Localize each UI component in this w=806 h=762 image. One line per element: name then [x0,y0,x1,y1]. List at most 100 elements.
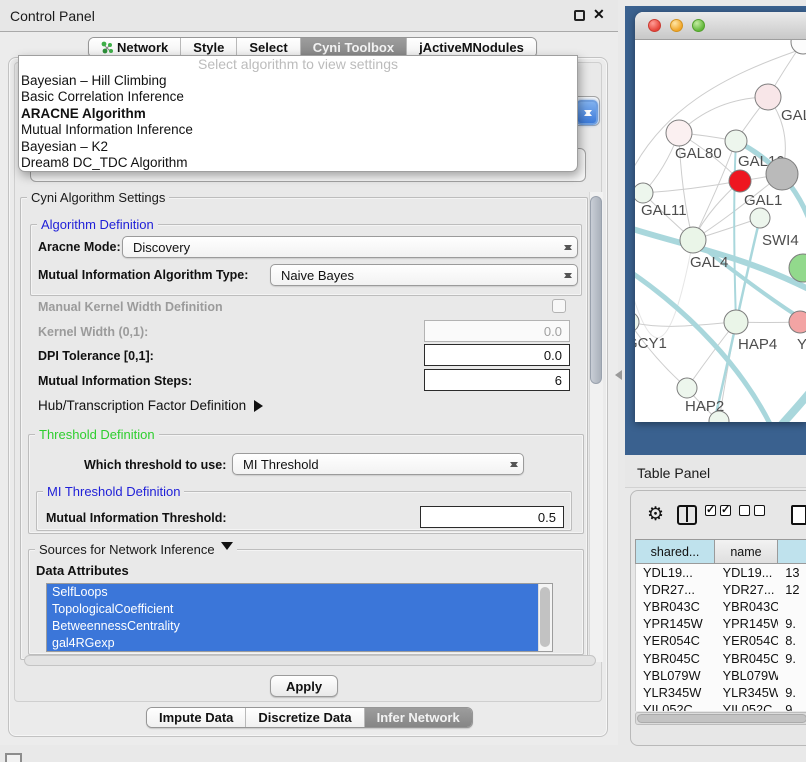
splitter-collapse-icon[interactable] [610,370,622,380]
table-cell: 8. [778,632,806,649]
expand-down-icon [221,542,233,556]
network-node-label: GAL4 [690,254,728,271]
network-node[interactable] [755,84,781,110]
settings-scrollbar-thumb[interactable] [590,196,602,384]
table-cell [778,598,806,615]
which-threshold-value: MI Threshold [233,457,505,472]
network-node[interactable] [724,310,748,334]
network-view-window[interactable]: GALGAL80GAL10GAL1GAL11SWI4GAL4GCY1HAP4YH… [635,12,806,422]
table-hscrollbar[interactable] [635,712,806,725]
table-row[interactable]: YER054CYER054C8. [636,632,806,649]
manual-kernel-label: Manual Kernel Width Definition [38,300,223,314]
network-node[interactable] [635,312,639,332]
data-attribute-item[interactable]: gal4RGexp [47,635,552,652]
cyni-tab-impute-data[interactable]: Impute Data [147,708,245,727]
network-window-titlebar[interactable] [635,12,806,40]
settings-hscrollbar[interactable] [24,655,596,666]
mi-steps-input[interactable]: 6 [424,369,570,391]
table-cell: YER054C [716,632,779,649]
document-icon[interactable] [791,505,806,525]
which-threshold-combo[interactable]: MI Threshold [232,453,524,475]
table-row[interactable]: YBR043CYBR043C [636,598,806,615]
close-icon[interactable]: ✕ [593,6,605,23]
apply-button[interactable]: Apply [270,675,338,697]
table-column-header[interactable]: shared... [635,539,715,564]
close-traffic-light-icon[interactable] [648,19,661,32]
mi-type-combo[interactable]: Naive Bayes [270,264,578,286]
cyni-tab-discretize-data[interactable]: Discretize Data [245,708,363,727]
network-node-label: GAL80 [675,145,722,162]
aracne-mode-label: Aracne Mode: [38,240,121,254]
combo-stepper-focused[interactable] [576,100,598,125]
cyni-tab-infer-network[interactable]: Infer Network [364,708,472,727]
cyni-tab-label: Infer Network [377,710,460,725]
table-row[interactable]: YDR27...YDR27...12 [636,581,806,598]
gear-icon[interactable]: ⚙ [647,505,664,525]
sources-title[interactable]: Sources for Network Inference [35,542,237,557]
table-cell: YER054C [636,632,716,649]
data-attributes-label: Data Attributes [36,563,129,578]
cyni-algorithm-settings-title: Cyni Algorithm Settings [27,190,169,205]
minimize-traffic-light-icon[interactable] [670,19,683,32]
dpi-tolerance-input[interactable]: 0.0 [424,344,570,366]
network-node[interactable] [750,208,770,228]
network-node[interactable] [635,183,653,203]
network-node[interactable] [729,170,751,192]
table-cell: YLR345W [716,684,779,701]
network-node[interactable] [725,130,747,152]
table-cell: YBR045C [716,649,779,666]
table-column-header[interactable]: name [715,539,778,564]
tab-label: jActiveMNodules [419,40,524,55]
kernel-width-input[interactable]: 0.0 [424,320,570,342]
table-row[interactable]: YDL19...YDL19...13 [636,564,806,581]
network-canvas[interactable]: GALGAL80GAL10GAL1GAL11SWI4GAL4GCY1HAP4YH… [635,40,806,422]
algorithm-option[interactable]: Bayesian – K2 [19,139,577,155]
table-hscrollbar-thumb[interactable] [637,714,806,723]
mi-steps-label: Mutual Information Steps: [38,374,192,388]
stepper-arrows-icon [559,265,577,285]
table-cell: YBR043C [716,598,779,615]
table-header-row: shared...name [635,539,806,564]
attributes-scrollbar-thumb[interactable] [540,587,550,647]
select-all-checkboxes-icon[interactable] [705,505,731,516]
network-node[interactable] [680,227,706,253]
algorithm-option[interactable]: Mutual Information Inference [19,122,577,138]
hub-definition-toggle[interactable]: Hub/Transcription Factor Definition [38,398,269,413]
table-cell: YDL19... [636,564,716,581]
algorithm-definition-title: Algorithm Definition [37,217,158,232]
network-node[interactable] [789,311,806,333]
table-column-header[interactable] [778,539,806,564]
columns-icon[interactable] [677,505,697,525]
node-table: shared...name YDL19...YDL19...13YDR27...… [635,539,806,711]
cyni-tab-label: Impute Data [159,710,233,725]
table-row[interactable]: YPR145WYPR145W9. [636,615,806,632]
table-row[interactable]: YBL079WYBL079W [636,667,806,684]
data-attribute-item[interactable]: SelfLoops [47,584,552,601]
table-row[interactable]: YBR045CYBR045C9. [636,649,806,666]
algorithm-option[interactable]: Basic Correlation Inference [19,89,577,105]
aracne-mode-combo[interactable]: Discovery [122,236,578,258]
data-attribute-item[interactable]: BetweennessCentrality [47,618,552,635]
zoom-traffic-light-icon[interactable] [692,19,705,32]
stepper-arrows-icon [505,454,523,474]
table-row[interactable]: YIL052CYIL052C9. [636,701,806,711]
network-node-label: HAP4 [738,336,777,353]
algorithm-option[interactable]: ARACNE Algorithm [19,106,577,122]
expand-right-icon [254,400,269,412]
algorithm-dropdown-placeholder: Select algorithm to view settings [19,56,577,73]
algorithm-option[interactable]: Dream8 DC_TDC Algorithm [19,155,577,171]
table-row[interactable]: YLR345WYLR345W9. [636,684,806,701]
network-node[interactable] [666,120,692,146]
float-window-icon[interactable] [574,10,585,21]
deselect-all-checkboxes-icon[interactable] [739,505,765,516]
data-attributes-list[interactable]: SelfLoopsTopologicalCoefficientBetweenne… [46,583,553,652]
mi-type-value: Naive Bayes [271,268,559,283]
mi-threshold-input[interactable]: 0.5 [420,506,564,528]
collapsed-panel-icon[interactable] [5,753,22,762]
table-cell: YIL052C [636,701,716,711]
algorithm-option[interactable]: Bayesian – Hill Climbing [19,73,577,89]
data-attribute-item[interactable]: TopologicalCoefficient [47,601,552,618]
network-node[interactable] [677,378,697,398]
network-node[interactable] [766,158,798,190]
manual-kernel-checkbox[interactable] [552,299,566,313]
